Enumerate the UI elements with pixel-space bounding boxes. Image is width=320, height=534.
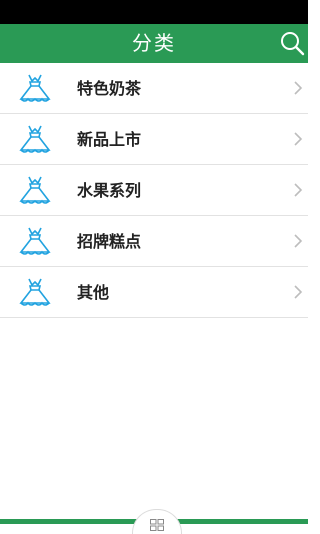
bottom-nav-tab[interactable] <box>132 509 182 534</box>
dress-icon <box>19 278 51 306</box>
status-bar <box>0 0 308 24</box>
category-item-signature-pastries[interactable]: 招牌糕点 <box>0 216 308 267</box>
dress-icon <box>19 176 51 204</box>
chevron-right-icon <box>294 234 303 248</box>
page-title: 分类 <box>132 31 176 55</box>
app-header: 分类 <box>0 24 308 63</box>
chevron-right-icon <box>294 183 303 197</box>
dress-icon <box>19 74 51 102</box>
category-label: 其他 <box>77 283 110 302</box>
grid-icon <box>150 519 164 531</box>
chevron-right-icon <box>294 285 303 299</box>
category-item-other[interactable]: 其他 <box>0 267 308 318</box>
dress-icon <box>19 227 51 255</box>
chevron-right-icon <box>294 81 303 95</box>
category-list: 特色奶茶 新品上市 水果系列 招牌糕点 其他 <box>0 63 308 318</box>
chevron-right-icon <box>294 132 303 146</box>
category-label: 招牌糕点 <box>77 232 142 251</box>
category-item-fruit-series[interactable]: 水果系列 <box>0 165 308 216</box>
category-item-new-arrivals[interactable]: 新品上市 <box>0 114 308 165</box>
category-label: 水果系列 <box>77 181 142 200</box>
category-label: 新品上市 <box>77 130 142 149</box>
category-item-milk-tea[interactable]: 特色奶茶 <box>0 63 308 114</box>
search-icon[interactable] <box>278 29 306 57</box>
dress-icon <box>19 125 51 153</box>
category-label: 特色奶茶 <box>77 79 142 98</box>
